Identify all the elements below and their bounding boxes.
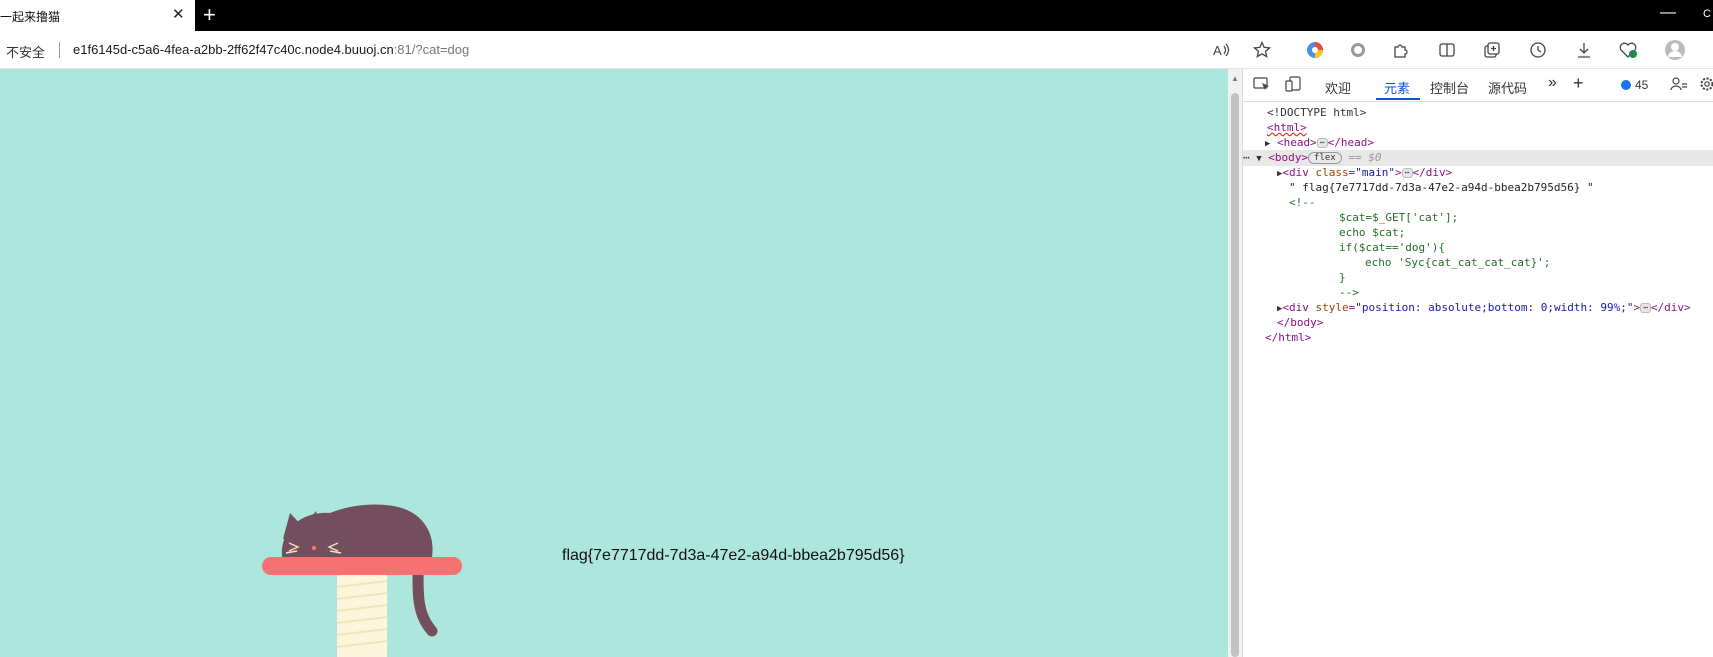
dom-doctype[interactable]: <!DOCTYPE html> xyxy=(1243,105,1713,121)
tab-title: 一起来撸猫 xyxy=(0,10,61,24)
history-icon[interactable] xyxy=(1527,39,1549,61)
dom-comment-line: $cat=$_GET['cat']; xyxy=(1339,211,1459,224)
downloads-icon[interactable] xyxy=(1573,39,1595,61)
url-path: :81/?cat=dog xyxy=(393,42,470,57)
read-aloud-icon[interactable]: A xyxy=(1211,39,1233,61)
dom-body-selected[interactable]: ⋯ ▼ <body> flex == $0 xyxy=(1243,150,1713,166)
tab-close-icon[interactable]: ✕ xyxy=(172,6,185,24)
url-host: e1f6145d-c5a6-4fea-a2bb-2ff62f47c40c.nod… xyxy=(73,42,394,57)
window-corner-label: C xyxy=(1703,8,1711,20)
dom-html-close[interactable]: </html> xyxy=(1243,330,1713,346)
tab-console[interactable]: 控制台 xyxy=(1430,78,1469,97)
flag-text: flag{7e7717dd-7d3a-47e2-a94d-bbea2b795d5… xyxy=(562,547,905,564)
tab-welcome[interactable]: 欢迎 xyxy=(1325,78,1351,97)
tracking-prevention-icon[interactable] xyxy=(1347,39,1369,61)
profile-avatar-icon[interactable] xyxy=(1664,39,1686,61)
scrollbar-thumb[interactable] xyxy=(1231,93,1239,657)
url-field[interactable]: e1f6145d-c5a6-4fea-a2bb-2ff62f47c40c.nod… xyxy=(73,42,469,57)
more-tabs-button[interactable]: » xyxy=(1548,74,1557,92)
dom-html-open[interactable]: <html> xyxy=(1243,120,1713,136)
tab-sources[interactable]: 源代码 xyxy=(1488,78,1527,97)
minimize-button[interactable]: — xyxy=(1660,4,1676,22)
dom-comment-line: echo $cat; xyxy=(1339,226,1406,239)
selected-marker: == $0 xyxy=(1348,151,1382,164)
scroll-up-arrow-icon[interactable]: ▲ xyxy=(1231,74,1239,83)
svg-text:A: A xyxy=(1213,43,1222,58)
dom-comment-line: if($cat=='dog'){ xyxy=(1339,241,1445,254)
customize-icon[interactable] xyxy=(1670,76,1688,95)
inspect-element-icon[interactable] xyxy=(1253,76,1271,95)
dom-comment-close: --> xyxy=(1339,286,1359,299)
expand-triangle-icon[interactable]: ▶ xyxy=(1265,139,1270,149)
cat-illustration xyxy=(262,504,462,657)
split-screen-icon[interactable] xyxy=(1436,39,1458,61)
extension-color-icon[interactable] xyxy=(1304,39,1326,61)
flex-badge[interactable]: flex xyxy=(1308,152,1342,164)
address-bar: 不安全 e1f6145d-c5a6-4fea-a2bb-2ff62f47c40c… xyxy=(0,31,1713,69)
dom-head[interactable]: ▶ <head> ⋯ </head> xyxy=(1243,135,1713,151)
issues-icon[interactable] xyxy=(1621,80,1631,90)
collapsed-ellipsis[interactable]: ⋯ xyxy=(1640,303,1651,313)
add-tab-button[interactable]: + xyxy=(1573,73,1584,94)
collections-icon[interactable] xyxy=(1481,39,1503,61)
page-scrollbar[interactable]: ▲ xyxy=(1228,69,1242,657)
favorite-star-icon[interactable] xyxy=(1251,39,1273,61)
settings-gear-icon[interactable] xyxy=(1699,76,1713,95)
new-tab-button[interactable]: + xyxy=(203,3,216,27)
device-emulation-icon[interactable] xyxy=(1285,76,1303,95)
dom-text-node[interactable]: " flag{7e7717dd-7d3a-47e2-a94d-bbea2b795… xyxy=(1243,180,1713,196)
tab-bar: 一起来撸猫 ✕ + — C xyxy=(0,0,1713,31)
dom-body-close[interactable]: </body> xyxy=(1243,315,1713,331)
tab-elements[interactable]: 元素 xyxy=(1384,78,1410,97)
dom-comment-line: } xyxy=(1339,271,1346,284)
cat-nose xyxy=(311,545,317,551)
collapsed-ellipsis[interactable]: ⋯ xyxy=(1316,138,1328,148)
browser-essentials-icon[interactable] xyxy=(1617,39,1639,61)
address-separator xyxy=(59,42,60,58)
devtools-toolbar: 欢迎 元素 控制台 源代码 » + 45 xyxy=(1243,69,1713,102)
issues-count[interactable]: 45 xyxy=(1635,78,1648,92)
security-indicator[interactable]: 不安全 xyxy=(6,42,45,61)
collapsed-ellipsis[interactable]: ⋯ xyxy=(1401,168,1413,178)
collapse-triangle-icon[interactable]: ▼ xyxy=(1256,154,1261,164)
page-viewport: flag{7e7717dd-7d3a-47e2-a94d-bbea2b795d5… xyxy=(0,69,1228,657)
devtools-panel: 欢迎 元素 控制台 源代码 » + 45 <!DOCTYPE html> <ht… xyxy=(1242,69,1713,657)
dom-div-main[interactable]: ▶<div class="main"> ⋯ </div> xyxy=(1243,165,1713,181)
cat-shelf xyxy=(262,557,462,575)
dom-comment-line: echo 'Syc{cat_cat_cat_cat}'; xyxy=(1365,256,1551,269)
dom-div-style[interactable]: ▶<div style="position: absolute;bottom: … xyxy=(1243,300,1713,316)
extensions-puzzle-icon[interactable] xyxy=(1390,39,1412,61)
browser-tab[interactable]: 一起来撸猫 ✕ xyxy=(0,0,195,31)
dom-comment-open[interactable]: <!-- xyxy=(1243,195,1713,211)
active-tab-underline xyxy=(1376,98,1420,100)
